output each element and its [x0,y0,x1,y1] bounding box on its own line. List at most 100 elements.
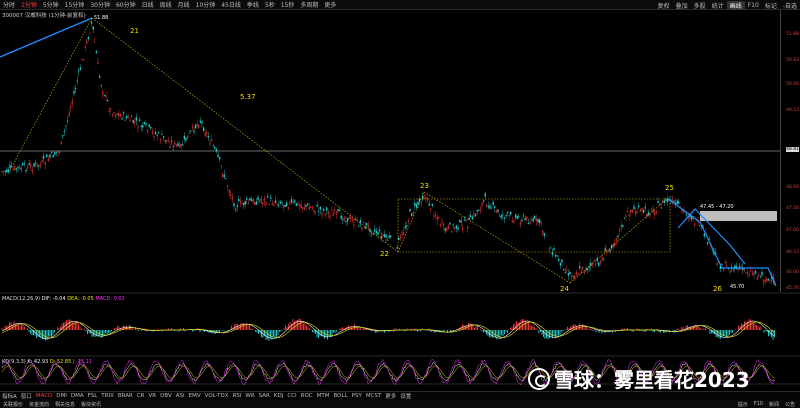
candle-body [537,218,539,223]
indicator-tab[interactable]: OBV [158,393,174,399]
candle-body [7,169,10,173]
candle-body [431,204,434,207]
indicator-tab[interactable]: RSI [230,393,243,399]
candle-body [458,219,461,222]
candle-body [559,262,562,266]
bottom-link-hint[interactable]: 提示 [735,401,751,408]
xueqiu-logo-icon [528,367,550,390]
candle-body [338,209,341,212]
candle-body [218,157,221,160]
indicator-settings[interactable]: 设置 [398,392,413,400]
indicator-tab[interactable]: 窗口 [19,392,34,400]
candle-body [553,248,555,251]
bottom-tab-sector-news[interactable]: 板块资讯 [78,401,104,408]
kd-header: KD(9,3,3) K: 42.93 D: 52.85 J: 23.11 [2,359,92,365]
indicator-tab[interactable]: FSL [86,393,100,399]
candle-body [73,90,75,94]
wave-line-b [91,17,399,253]
kline-chart[interactable] [0,0,800,408]
price-axis-label: 47.00 [786,228,799,233]
bottom-link-notice[interactable]: 公告 [782,401,798,408]
candle-body [225,177,227,179]
candle-body [551,251,554,256]
candle-body [185,137,187,141]
kd-d-value: D: 52.85 [49,359,72,365]
indicator-tab[interactable]: CCI [285,393,298,399]
bottom-tab-quote[interactable]: 关联报价 [0,401,26,408]
indicator-tab-more[interactable]: 更多 [383,392,398,400]
candle-body [6,169,8,173]
candle-body [534,216,536,219]
macd-header: MACD(12,26,9) DIF: -0.04 DEA: -0.05 MACD… [2,296,125,302]
candle-body [330,210,333,212]
indicator-tab[interactable]: VOL-TDX [203,393,231,399]
candle-body [214,146,216,149]
candle-body [103,94,106,96]
indicator-tab[interactable]: MCST [364,393,383,399]
indicator-tab[interactable]: DMI [54,393,69,399]
indicator-tab[interactable]: BOLL [332,393,350,399]
indicator-tab[interactable]: DMA [69,393,86,399]
candle-body [62,134,64,137]
candle-body [524,218,526,220]
indicator-tab[interactable]: WR [243,393,256,399]
indicator-tab[interactable]: BRAR [116,393,135,399]
candle-body [564,271,566,273]
indicator-tab[interactable]: 指标A [0,392,19,400]
candle-body [444,228,446,231]
bottom-link-news[interactable]: 新闻 [766,401,782,408]
indicator-tab[interactable]: SAR [257,393,272,399]
candle-body [106,99,109,102]
candle-body [476,209,478,212]
watermark-text: 雪球：雾里看花2023 [554,368,750,392]
indicator-tab[interactable]: EMV [187,393,203,399]
bottom-right-links: 提示 F10 新闻 公告 [735,401,798,408]
candle-body [494,206,496,209]
candle-body [295,203,298,206]
candle-body [170,140,173,142]
candle-body [602,259,605,261]
candle-body [242,202,245,206]
indicator-tab[interactable]: MTM [315,393,332,399]
candle-body [49,154,51,158]
indicator-tab[interactable]: PSY [350,393,364,399]
indicator-tab[interactable]: CR [135,393,147,399]
candle-body [409,209,411,212]
candle-body [161,134,163,135]
candle-body [369,229,371,232]
candle-body [100,85,102,87]
candle-body [142,125,144,128]
candle-body [698,225,701,227]
indicator-tab-macd[interactable]: MACD [34,393,55,399]
bottom-link-f10[interactable]: F10 [751,401,766,408]
candle-body [340,215,342,219]
bottom-bar: 关联报价 资金流向 相关信息 板块资讯 提示 F10 新闻 公告 [0,400,800,408]
candle-body [135,117,138,121]
candle-body [250,199,253,202]
price-axis-label: 46.53 [786,250,799,255]
indicator-tab[interactable]: ROC [299,393,315,399]
indicator-tab[interactable]: KDJ [272,393,285,399]
candle-body [380,236,382,239]
candle-body [364,226,366,229]
candle-body [9,164,11,168]
candle-body [390,235,392,237]
wave-label-24: 24 [560,285,569,293]
candle-body [255,201,258,205]
candle-body [193,130,195,133]
candle-body [514,214,517,218]
candle-body [183,135,186,140]
macd-value: MACD: 0.02 [95,296,125,302]
bottom-tab-capital-flow[interactable]: 资金流向 [26,401,52,408]
candle-body [274,200,277,203]
candle-body [487,206,490,208]
low-price-label: 45.70 [730,284,745,290]
candle-body [754,271,757,274]
indicator-tab[interactable]: ASI [174,393,187,399]
wave-label-26: 26 [713,285,722,293]
indicator-tab[interactable]: VR [146,393,158,399]
candle-body [550,247,552,249]
bottom-tab-info[interactable]: 相关信息 [52,401,78,408]
candle-body [463,219,466,221]
indicator-tab[interactable]: TRIX [99,393,116,399]
